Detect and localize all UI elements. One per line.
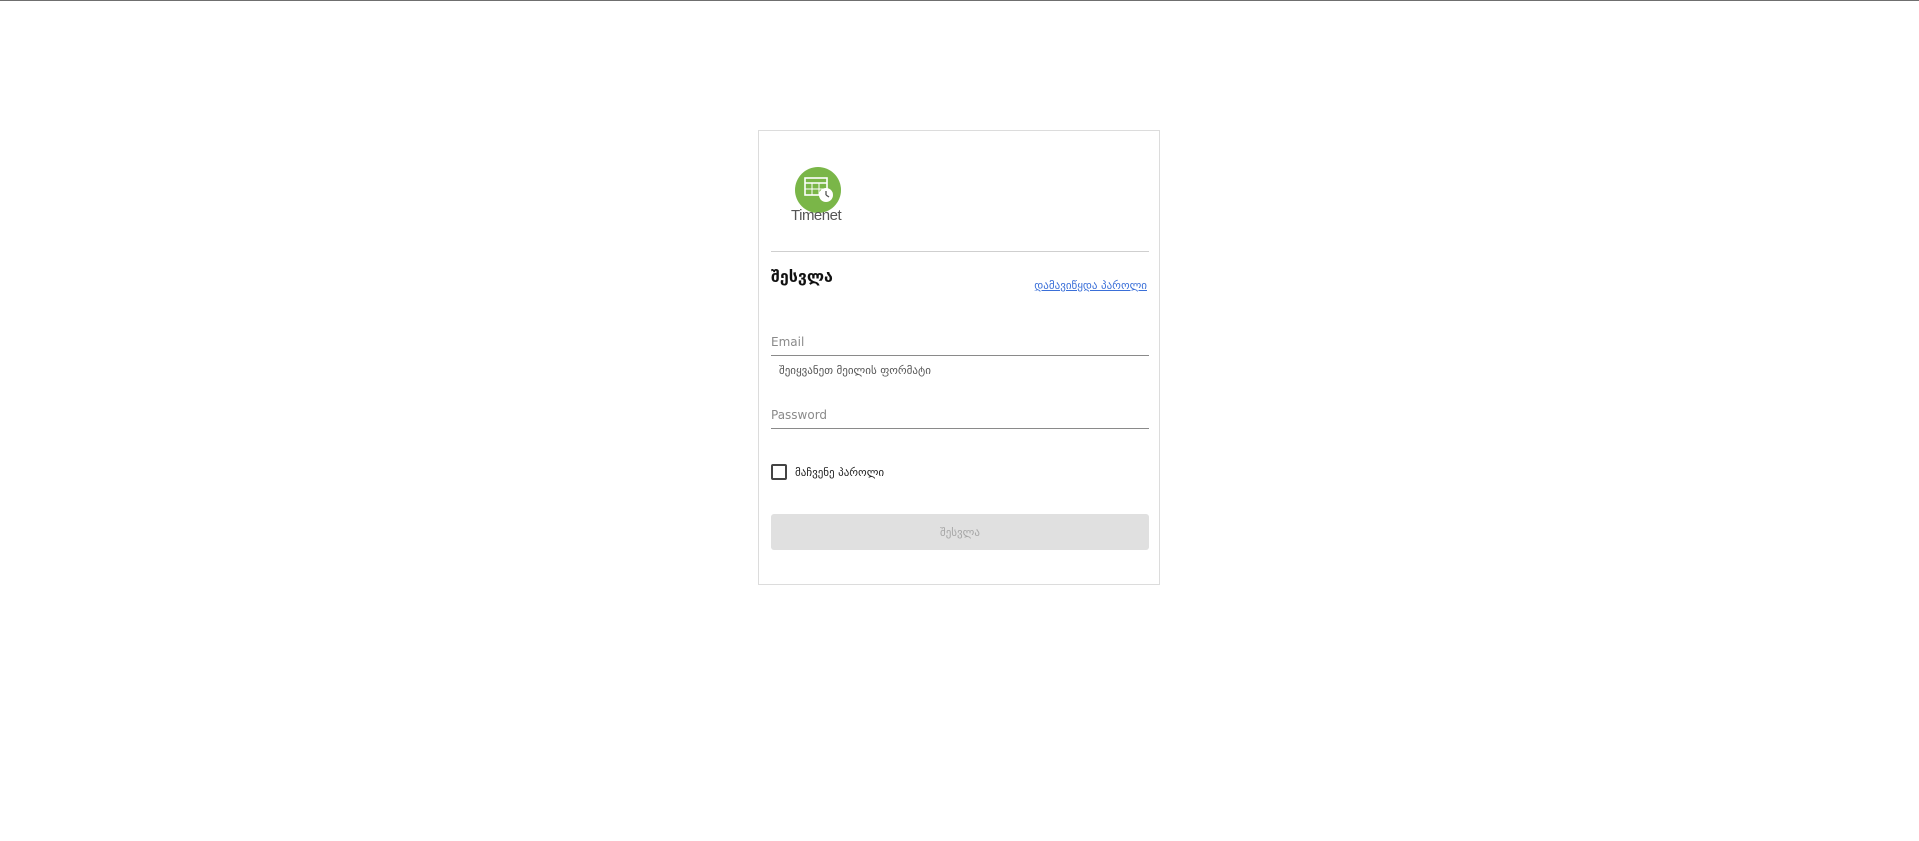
email-hint: შეიყვანეთ მეილის ფორმატი xyxy=(779,364,931,377)
login-title: შესვლა xyxy=(771,267,833,286)
show-password-checkbox[interactable] xyxy=(771,464,787,480)
logo-wordmark: Timenet xyxy=(791,207,842,224)
email-input[interactable] xyxy=(771,329,1149,355)
email-field[interactable] xyxy=(771,329,1149,356)
login-button[interactable]: შესვლა xyxy=(771,514,1149,550)
show-password-label: მაჩვენე პაროლი xyxy=(795,465,885,479)
login-card: Timenet შესვლა დამავიწყდა პაროლი შეიყვან… xyxy=(758,130,1160,585)
top-border xyxy=(0,0,1919,1)
timenet-logo: Timenet xyxy=(791,167,847,227)
forgot-password-link[interactable]: დამავიწყდა პაროლი xyxy=(1034,279,1147,292)
show-password-row[interactable]: მაჩვენე პაროლი xyxy=(771,464,884,480)
password-input[interactable] xyxy=(771,402,1149,428)
password-field[interactable] xyxy=(771,402,1149,429)
header-divider xyxy=(771,251,1149,252)
